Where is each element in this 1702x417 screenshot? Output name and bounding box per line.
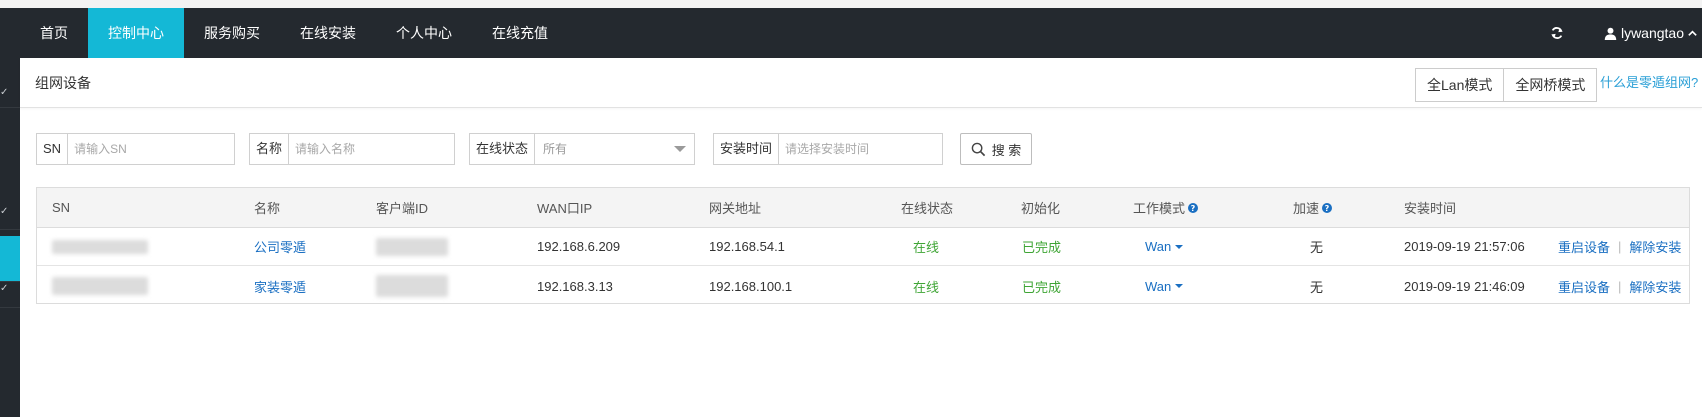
wan-ip: 192.168.6.209 [537,239,621,254]
uninstall-link[interactable]: 解除安装 [1629,237,1681,256]
nav-item-home[interactable]: 首页 [20,8,88,58]
col-online-status: 在线状态 [901,201,954,216]
col-accel-label: 加速 [1293,201,1320,216]
col-accel[interactable]: 加速 ? [1293,188,1333,227]
online-status: 在线 [913,240,940,255]
page-title: 组网设备 [35,75,91,91]
left-sidebar: ✓ ✓ ✓ [0,8,20,417]
col-install-time: 安装时间 [1404,201,1457,216]
chevron-icon: ✓ [0,87,9,98]
user-menu[interactable]: lywangtao [1604,25,1702,41]
search-icon [971,142,985,156]
col-sn: SN [52,200,71,215]
nav-menu: 首页 控制中心 服务购买 在线安装 个人中心 在线充值 [20,8,568,58]
search-button-label: 搜 索 [991,142,1022,158]
uninstall-link[interactable]: 解除安装 [1629,277,1681,296]
all-bridge-mode-button[interactable]: 全网桥模式 [1504,68,1598,102]
mode-button-group: 全Lan模式 全网桥模式 [1415,68,1598,102]
action-separator: | [1618,278,1622,294]
help-link[interactable]: 什么是零遁组网? [1600,58,1698,108]
work-mode-value: Wan [1145,278,1172,294]
window-top-strip [0,0,1702,8]
install-time-filter: 安装时间 [713,133,943,165]
work-mode-dropdown[interactable]: Wan [1145,228,1184,265]
install-time-filter-label: 安装时间 [714,134,780,164]
chevron-icon: ✓ [0,283,9,294]
status-filter: 在线状态 所有 [469,133,695,165]
client-id-redacted [376,267,448,305]
refresh-icon[interactable] [1550,26,1564,40]
chevron-icon: ✓ [0,206,9,217]
init-status: 已完成 [1022,240,1062,255]
online-status: 在线 [913,279,940,295]
help-icon[interactable]: ? [1188,202,1199,213]
nav-item-service-purchase[interactable]: 服务购买 [184,8,280,58]
row-actions: 重启设备 | 解除安装 [1558,228,1681,265]
wan-ip: 192.168.3.13 [537,278,613,294]
gateway: 192.168.54.1 [709,239,785,254]
install-time: 2019-09-19 21:57:06 [1404,239,1525,254]
device-table: SN 名称 客户端ID WAN口IP 网关地址 在线状态 初始化 工作模式 ? … [36,187,1690,304]
nav-item-online-recharge[interactable]: 在线充值 [472,8,568,58]
name-filter: 名称 [249,133,455,165]
chevron-up-icon [1688,29,1697,36]
accel-value: 无 [1310,279,1324,295]
page-header: 组网设备 全Lan模式 全网桥模式 什么是零遁组网? [20,58,1702,108]
sn-redacted [52,228,148,265]
device-name-link[interactable]: 公司零遁 [254,228,306,265]
table-row: 家装零遁 192.168.3.13 192.168.100.1 在线 已完成 W… [37,267,1689,305]
sn-filter: SN [36,133,235,165]
col-name: 名称 [254,201,281,216]
status-select[interactable]: 所有 [535,134,694,164]
restart-device-link[interactable]: 重启设备 [1558,277,1610,296]
client-id-redacted [376,228,448,265]
caret-down-icon [674,146,686,152]
sidebar-item-1[interactable]: ✓ [0,70,20,108]
sn-input[interactable] [68,134,234,164]
user-icon [1604,27,1617,40]
nav-item-personal-center[interactable]: 个人中心 [376,8,472,58]
caret-down-icon [1175,284,1184,288]
username: lywangtao [1620,25,1684,41]
gateway: 192.168.100.1 [709,278,793,294]
install-time: 2019-09-19 21:46:09 [1404,278,1525,294]
search-button[interactable]: 搜 索 [960,133,1032,165]
work-mode-value: Wan [1145,239,1172,254]
sn-filter-label: SN [37,134,69,164]
status-filter-label: 在线状态 [470,134,536,164]
col-gateway: 网关地址 [709,201,762,216]
sidebar-item-2[interactable]: ✓ [0,192,20,230]
row-actions: 重启设备 | 解除安装 [1558,267,1681,305]
nav-right: lywangtao [1550,8,1702,58]
restart-device-link[interactable]: 重启设备 [1558,237,1610,256]
col-work-mode-label: 工作模式 [1133,201,1186,216]
init-status: 已完成 [1022,279,1062,295]
install-time-input[interactable] [779,134,942,164]
sn-redacted [52,267,148,305]
action-separator: | [1618,239,1622,254]
caret-down-icon [1175,244,1184,249]
sidebar-item-3[interactable]: ✓ [0,270,20,308]
work-mode-dropdown[interactable]: Wan [1145,267,1184,305]
top-navbar: 首页 控制中心 服务购买 在线安装 个人中心 在线充值 lywangtao [0,8,1702,58]
status-select-value: 所有 [543,142,568,156]
svg-text:?: ? [1325,204,1330,213]
name-filter-label: 名称 [250,134,290,164]
name-input[interactable] [289,134,454,164]
all-lan-mode-button[interactable]: 全Lan模式 [1415,68,1505,102]
col-work-mode[interactable]: 工作模式 ? [1133,188,1199,227]
svg-text:?: ? [1191,204,1196,213]
col-client-id: 客户端ID [376,201,429,216]
table-header: SN 名称 客户端ID WAN口IP 网关地址 在线状态 初始化 工作模式 ? … [37,188,1689,228]
nav-item-online-install[interactable]: 在线安装 [280,8,376,58]
col-init: 初始化 [1021,201,1061,216]
nav-item-control-center[interactable]: 控制中心 [88,8,184,58]
device-name-link[interactable]: 家装零遁 [254,267,306,305]
accel-value: 无 [1310,240,1324,255]
help-icon[interactable]: ? [1322,202,1333,213]
col-wan-ip: WAN口IP [537,201,593,216]
table-row: 公司零遁 192.168.6.209 192.168.54.1 在线 已完成 W… [37,228,1689,266]
